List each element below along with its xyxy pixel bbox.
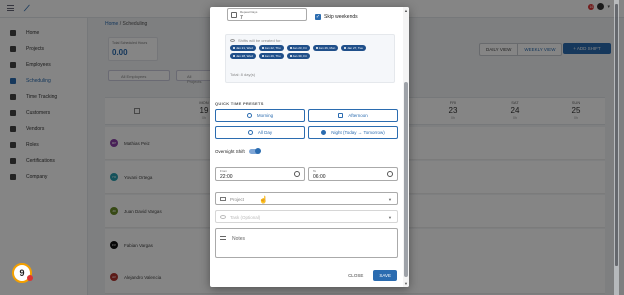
quick-presets-title: QUICK TIME PRESETS: [215, 101, 264, 106]
eye-icon: [230, 39, 235, 42]
sun-icon: [246, 113, 252, 118]
help-notification-dot: [27, 275, 33, 281]
overnight-shift-label: Overnight Shift: [215, 149, 245, 154]
calendar-icon: [233, 47, 235, 49]
date-chip-label: Jan 21, Wed: [236, 46, 253, 50]
calendar-icon: [231, 12, 237, 18]
preset-label: Morning: [256, 113, 274, 118]
from-time-field[interactable]: From 22:00: [215, 167, 305, 181]
close-button[interactable]: CLOSE: [344, 270, 367, 281]
clock-icon[interactable]: [294, 171, 300, 177]
mouse-pointer-icon: ☝: [259, 197, 268, 204]
project-select[interactable]: Project ▼: [215, 192, 398, 205]
task-select[interactable]: Task (Optional) ▼: [215, 210, 398, 223]
skip-weekends-checkbox[interactable]: ✓ Skip weekends: [315, 14, 358, 20]
toggle-switch[interactable]: [248, 148, 261, 154]
date-chip: Jan 22, Thu: [258, 45, 284, 51]
to-time-field[interactable]: To 06:00: [308, 167, 398, 181]
preset-morning-button[interactable]: Morning: [215, 109, 305, 122]
to-time-value: 06:00: [313, 174, 326, 180]
task-check-icon: [220, 215, 226, 219]
preview-header-text: Shifts will be created for:: [238, 38, 282, 43]
notes-textarea[interactable]: Notes: [215, 228, 398, 258]
notes-icon: [220, 236, 226, 240]
repeat-days-value: 7: [240, 15, 243, 21]
preset-afternoon-button[interactable]: Afternoon: [308, 109, 398, 122]
calendar-icon: [261, 47, 264, 49]
to-time-label: To: [313, 169, 317, 173]
from-time-label: From: [220, 169, 227, 173]
preset-all-day-button[interactable]: All Day: [215, 126, 305, 139]
scroll-down-icon[interactable]: ▼: [404, 281, 408, 286]
date-chip-label: Jan 22, Thu: [264, 46, 281, 50]
preset-night-button[interactable]: Night (Today → Tomorrow): [308, 126, 398, 139]
calendar-icon: [315, 47, 318, 49]
overnight-shift-toggle[interactable]: Overnight Shift: [215, 148, 261, 154]
scroll-up-icon[interactable]: ▲: [404, 8, 408, 13]
date-chip-label: Jan 30, Fri: [292, 54, 307, 58]
checkbox-checked-icon: ✓: [315, 14, 321, 20]
calendar-icon: [289, 47, 292, 49]
date-chip-label: Jan 29, Thu: [264, 54, 281, 58]
calendar-icon: [289, 55, 292, 57]
clock-icon: [247, 130, 253, 135]
page-scrollbar[interactable]: [614, 0, 619, 295]
preview-total: Total: 8 day(s): [230, 72, 256, 77]
date-chip: Jan 29, Thu: [258, 53, 284, 59]
date-chip: Jan 26, Mon: [312, 45, 339, 51]
date-chip: Jan 30, Fri: [286, 53, 310, 59]
calendar-icon: [344, 47, 347, 49]
save-button[interactable]: SAVE: [373, 270, 397, 281]
folder-icon: [220, 197, 226, 201]
repeat-days-label: Repeat Days: [240, 10, 258, 14]
notes-placeholder: Notes: [232, 236, 246, 242]
date-chip-list: Jan 21, Wed Jan 22, Thu Jan 23, Fri Jan …: [230, 45, 390, 59]
dialog-scrollbar[interactable]: ▲ ▼: [403, 7, 409, 287]
dialog-actions: CLOSE SAVE: [344, 270, 397, 281]
calendar-icon: [261, 55, 264, 57]
skip-weekends-label: Skip weekends: [324, 14, 358, 20]
sunset-icon: [338, 113, 344, 118]
date-chip: Jan 27, Tue: [341, 45, 366, 51]
date-chip: Jan 23, Fri: [286, 45, 310, 51]
date-chip-label: Jan 23, Fri: [292, 46, 307, 50]
clock-icon[interactable]: [387, 171, 393, 177]
create-shift-dialog: Repeat Days 7 ✓ Skip weekends Shifts wil…: [210, 7, 409, 287]
calendar-icon: [233, 55, 235, 57]
date-chip-label: Jan 26, Mon: [318, 46, 336, 50]
shift-dates-preview: Shifts will be created for: Jan 21, Wed …: [225, 34, 395, 83]
project-placeholder: Project: [230, 197, 245, 202]
chevron-down-icon: ▼: [388, 197, 392, 202]
date-chip-label: Jan 27, Tue: [347, 46, 363, 50]
scrollbar-thumb[interactable]: [404, 82, 408, 277]
from-time-value: 22:00: [220, 174, 233, 180]
task-placeholder: Task (Optional): [230, 215, 261, 220]
preview-header: Shifts will be created for:: [230, 38, 282, 43]
help-fab-label: 9: [19, 268, 25, 278]
date-chip: Jan 28, Wed: [230, 53, 256, 59]
help-button[interactable]: 9: [12, 263, 33, 283]
date-chip-label: Jan 28, Wed: [236, 54, 253, 58]
preset-label: Afternoon: [348, 113, 368, 118]
preset-label: Night (Today → Tomorrow): [331, 130, 385, 135]
repeat-days-field[interactable]: Repeat Days 7: [227, 8, 307, 21]
preset-label: All Day: [257, 130, 273, 135]
chevron-down-icon: ▼: [388, 215, 392, 220]
date-chip: Jan 21, Wed: [230, 45, 256, 51]
moon-icon: [321, 130, 327, 135]
